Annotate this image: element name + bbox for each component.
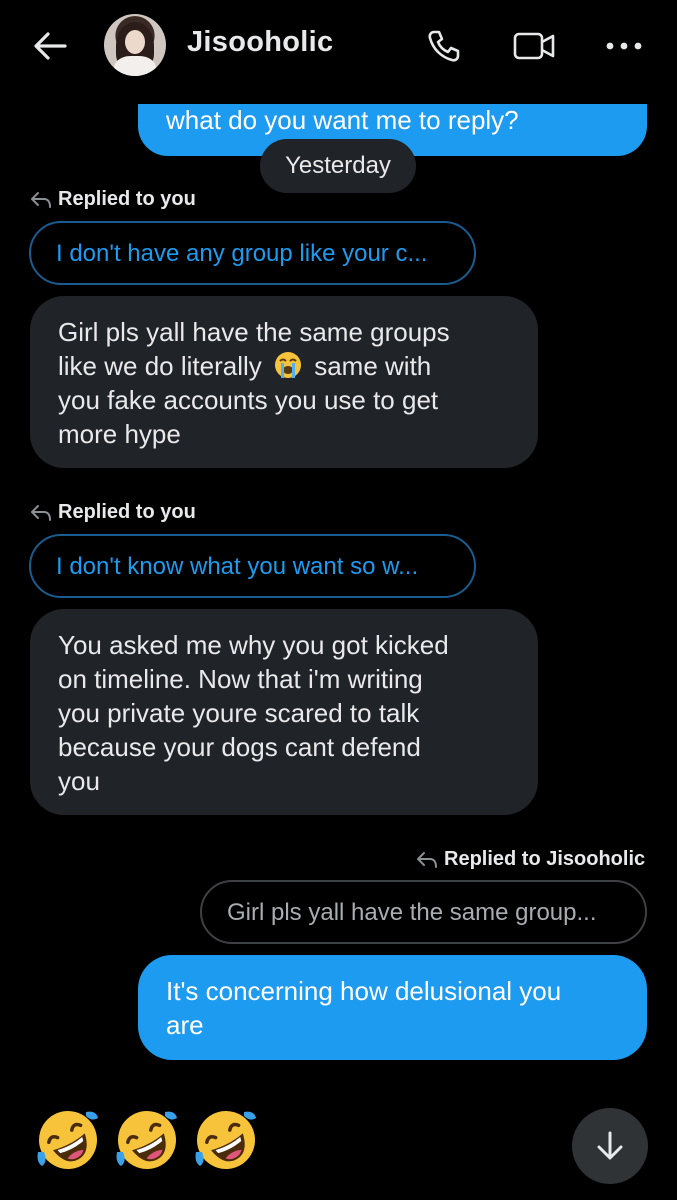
reply-arrow-icon: [31, 191, 51, 208]
reply-label-text: Replied to Jisooholic: [444, 848, 646, 870]
message-text: what do you want me to reply?: [166, 105, 519, 135]
rolling-on-floor-laughing-icon: [195, 1111, 256, 1169]
video-call-button[interactable]: [512, 24, 556, 68]
message-line: you: [58, 766, 100, 796]
phone-icon: [428, 30, 460, 62]
received-message-bubble[interactable]: You asked me why you got kicked on timel…: [30, 609, 538, 815]
scroll-to-bottom-button[interactable]: [572, 1108, 648, 1184]
quoted-text: I don't have any group like your c...: [56, 240, 428, 267]
reply-context-label: Replied to Jisooholic: [416, 848, 645, 871]
message-line: It's concerning how delusional you: [166, 976, 562, 1006]
message-line: because your dogs cant defend: [58, 732, 421, 762]
reply-arrow-icon: [31, 504, 51, 521]
quoted-message[interactable]: I don't know what you want so w...: [29, 534, 476, 598]
quoted-message[interactable]: I don't have any group like your c...: [29, 221, 476, 285]
arrow-down-icon: [597, 1131, 623, 1160]
received-message-bubble[interactable]: Girl pls yall have the same groups like …: [30, 296, 538, 468]
rolling-on-floor-laughing-icon: [37, 1111, 98, 1169]
more-horizontal-icon: [606, 42, 642, 50]
message-line: on timeline. Now that i'm writing: [58, 664, 423, 694]
message-line: are: [166, 1010, 204, 1040]
message-line: more hype: [58, 419, 181, 449]
contact-name[interactable]: Jisooholic: [187, 26, 333, 59]
dm-conversation: Jisooholic what do you want me to reply?…: [0, 0, 677, 1200]
loudly-crying-face-icon: [274, 352, 301, 378]
rolling-on-floor-laughing-icon: [116, 1111, 177, 1169]
reply-label-text: Replied to you: [58, 188, 196, 210]
call-button[interactable]: [422, 24, 466, 68]
reply-arrow-icon: [417, 851, 437, 868]
video-camera-icon: [513, 32, 555, 60]
arrow-left-icon: [34, 32, 67, 60]
reply-context-label: Replied to you: [30, 501, 196, 524]
quoted-text: I don't know what you want so w...: [56, 553, 419, 580]
message-line: like we do literally same with: [58, 351, 432, 381]
sent-message-bubble[interactable]: It's concerning how delusional you are: [138, 955, 647, 1060]
message-line: Girl pls yall have the same groups: [58, 317, 450, 347]
quoted-text: Girl pls yall have the same group...: [227, 899, 597, 926]
more-options-button[interactable]: [602, 24, 646, 68]
message-line: you private youre scared to talk: [58, 698, 420, 728]
date-divider: Yesterday: [260, 139, 416, 193]
conversation-header: Jisooholic: [0, 0, 677, 90]
back-button[interactable]: [30, 26, 70, 66]
reply-label-text: Replied to you: [58, 501, 196, 523]
message-line: you fake accounts you use to get: [58, 385, 439, 415]
avatar[interactable]: [104, 14, 166, 76]
message-line: You asked me why you got kicked: [58, 630, 449, 660]
emoji-message[interactable]: [34, 1106, 260, 1174]
reply-context-label: Replied to you: [30, 188, 196, 211]
quoted-message[interactable]: Girl pls yall have the same group...: [200, 880, 647, 944]
